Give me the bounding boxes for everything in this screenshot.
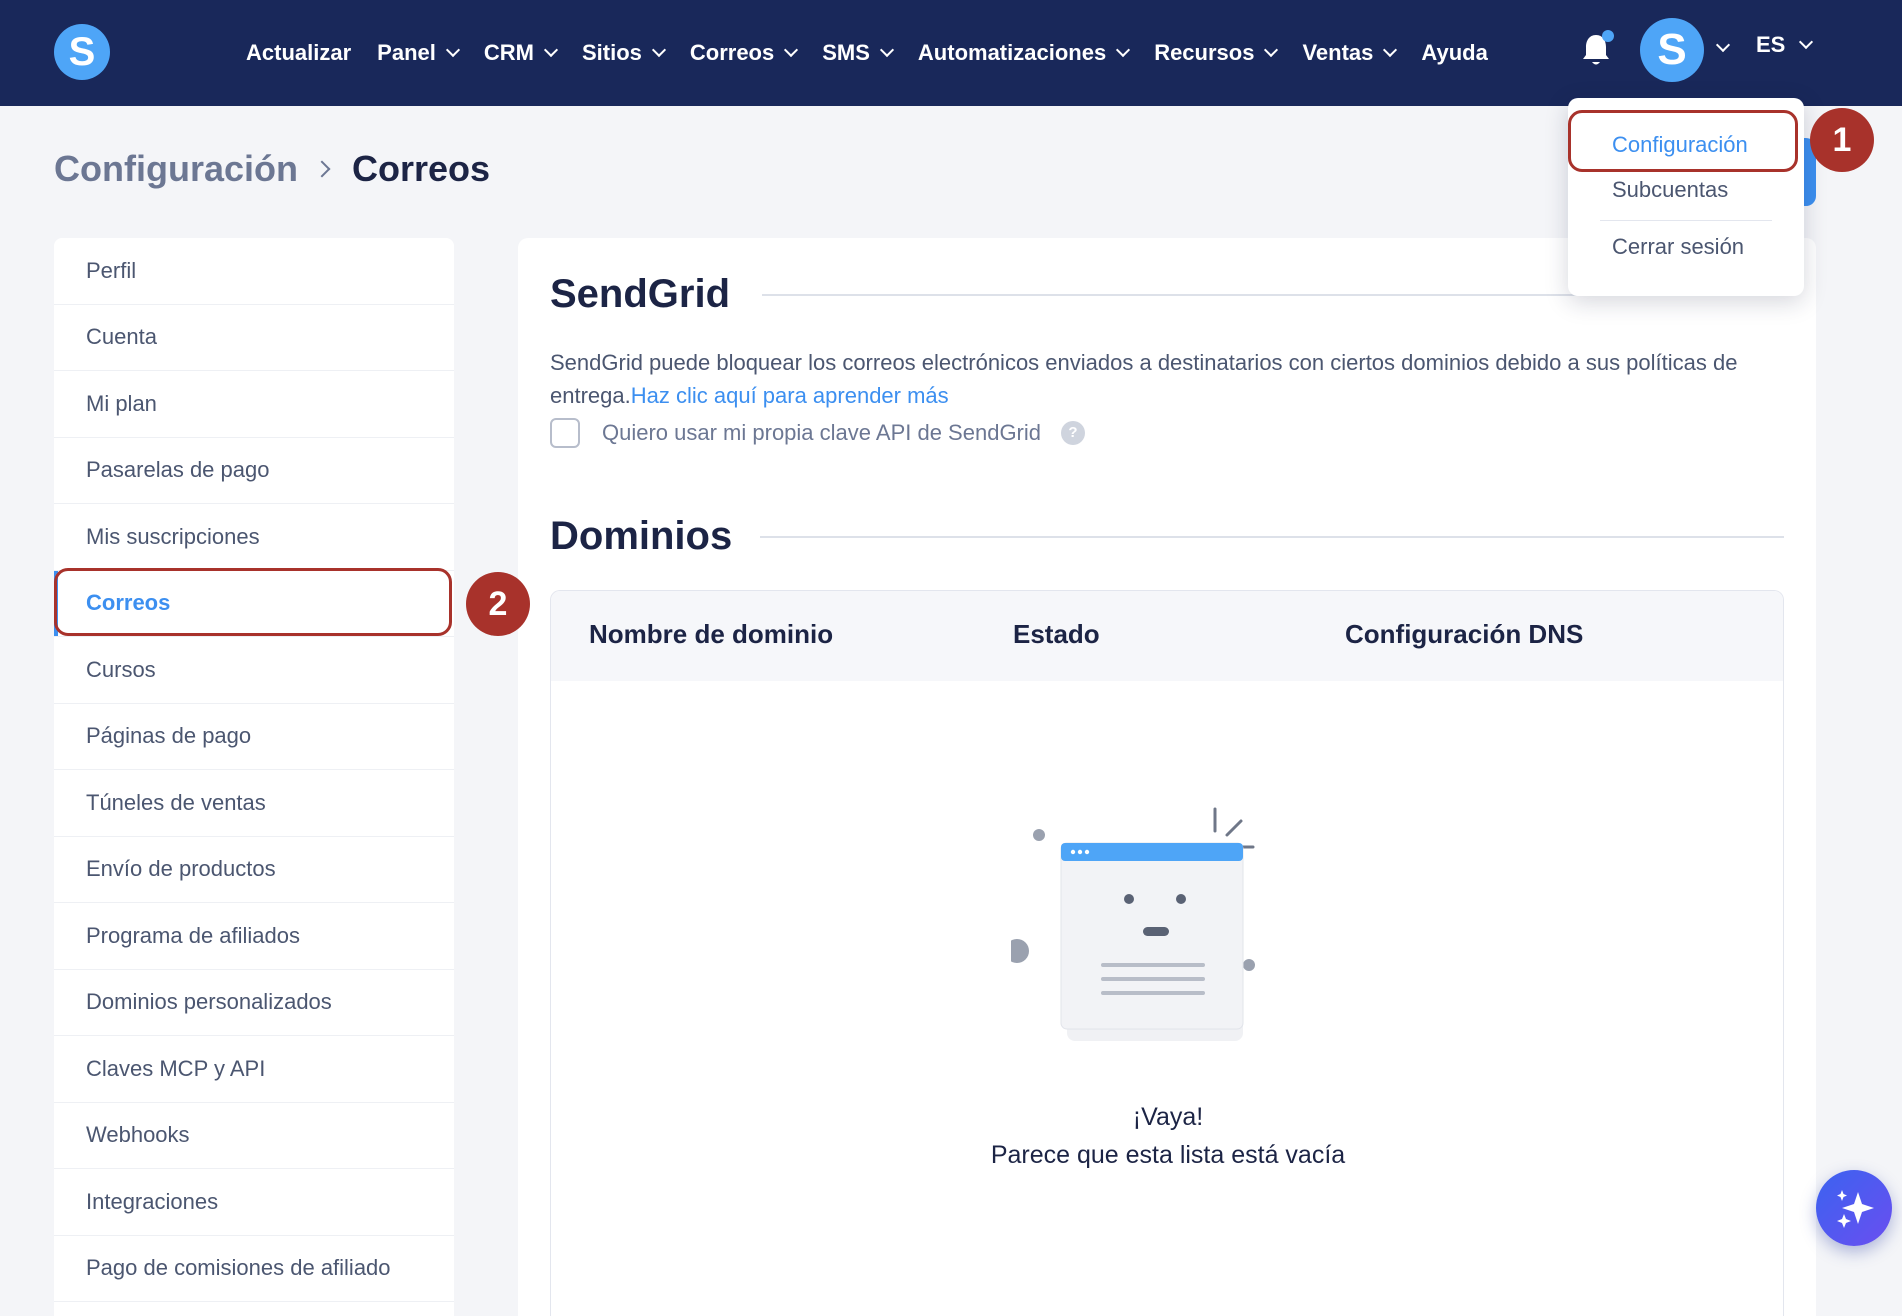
nav-item-label: Automatizaciones <box>917 40 1107 65</box>
notifications-bell-icon[interactable] <box>1580 30 1614 68</box>
chevron-down-icon <box>1383 42 1398 58</box>
language-selector[interactable]: ES <box>1756 32 1814 58</box>
nav-item-recursos[interactable]: Recursos <box>1154 40 1279 66</box>
column-header-domain: Nombre de dominio <box>589 619 834 649</box>
annotation-highlight-configuracion <box>1568 110 1798 172</box>
empty-state-title: ¡Vaya! <box>1132 1103 1204 1131</box>
annotation-highlight-correos <box>54 568 452 636</box>
empty-list-illustration <box>1011 807 1255 1041</box>
sidebar-item-paginas-de-pago[interactable]: Páginas de pago <box>54 704 454 770</box>
nav-item-sms[interactable]: SMS <box>822 40 894 66</box>
domains-table: Nombre de dominio Estado Configuración D… <box>550 590 1784 1316</box>
nav-item-panel[interactable]: Panel <box>377 40 460 66</box>
menu-item-subcuentas[interactable]: Subcuentas <box>1612 177 1728 203</box>
sendgrid-title: SendGrid <box>550 272 731 316</box>
sidebar-item-mi-plan[interactable]: Mi plan <box>54 371 454 438</box>
user-avatar[interactable]: S <box>1640 18 1704 82</box>
sidebar-item-integraciones[interactable]: Integraciones <box>54 1169 454 1236</box>
nav-item-sitios[interactable]: Sitios <box>581 40 666 66</box>
nav-item-label: Recursos <box>1154 40 1255 65</box>
domains-title: Dominios <box>550 514 733 558</box>
chevron-down-icon[interactable] <box>1715 37 1731 53</box>
nav-item-crm[interactable]: CRM <box>483 40 559 66</box>
chevron-down-icon <box>445 42 460 58</box>
section-divider <box>760 536 1784 538</box>
help-icon[interactable]: ? <box>1061 421 1086 445</box>
column-header-status: Estado <box>1013 619 1100 649</box>
sidebar-item-cuenta[interactable]: Cuenta <box>54 305 454 371</box>
main-panel: SendGrid SendGrid puede bloquear los cor… <box>518 238 1816 1316</box>
settings-sidebar: Perfil Cuenta Mi plan Pasarelas de pago … <box>54 238 454 1316</box>
chevron-right-icon <box>313 160 331 178</box>
own-api-key-checkbox[interactable] <box>550 418 580 448</box>
chevron-down-icon <box>1264 42 1279 58</box>
sparkle-icon <box>1837 1190 1874 1228</box>
nav-item-label: Ayuda <box>1421 40 1488 65</box>
sidebar-item-mis-suscripciones[interactable]: Mis suscripciones <box>54 504 454 571</box>
ai-assistant-button[interactable] <box>1816 1170 1892 1246</box>
menu-divider <box>1600 220 1772 221</box>
chevron-down-icon <box>879 42 894 58</box>
nav-item-automatizaciones[interactable]: Automatizaciones <box>917 40 1131 66</box>
learn-more-link[interactable]: Haz clic aquí para aprender más <box>631 383 949 408</box>
chevron-down-icon <box>784 42 799 58</box>
empty-state-subtitle: Parece que esta lista está vacía <box>990 1141 1346 1169</box>
sidebar-item-claves-mcp-api[interactable]: Claves MCP y API <box>54 1036 454 1103</box>
sidebar-item-programa-de-afiliados[interactable]: Programa de afiliados <box>54 903 454 970</box>
table-header: Nombre de dominio Estado Configuración D… <box>551 591 1783 681</box>
nav-item-ventas[interactable]: Ventas <box>1302 40 1398 66</box>
sidebar-item-webhooks[interactable]: Webhooks <box>54 1103 454 1169</box>
nav-item-ayuda[interactable]: Ayuda <box>1421 40 1487 66</box>
nav-item-label: Ventas <box>1302 40 1374 65</box>
breadcrumb: Configuración Correos <box>54 148 490 190</box>
nav-item-label: Correos <box>689 40 775 65</box>
nav-item-actualizar[interactable]: Actualizar <box>246 40 351 66</box>
sidebar-item-tuneles-de-ventas[interactable]: Túneles de ventas <box>54 770 454 837</box>
nav-item-label: Panel <box>377 40 436 65</box>
sidebar-item-dominios-personalizados[interactable]: Dominios personalizados <box>54 970 454 1036</box>
annotation-step-1: 1 <box>1810 108 1874 172</box>
sidebar-item-envio-de-productos[interactable]: Envío de productos <box>54 837 454 903</box>
language-label: ES <box>1756 32 1786 57</box>
annotation-step-2: 2 <box>466 572 530 636</box>
top-navigation-bar: S Actualizar Panel CRM Sitios Correos SM… <box>0 0 1902 106</box>
sidebar-item-perfil[interactable]: Perfil <box>54 238 454 305</box>
nav-item-label: Sitios <box>581 40 642 65</box>
chevron-down-icon <box>543 42 559 58</box>
nav-item-label: SMS <box>822 40 870 65</box>
nav-item-label: Actualizar <box>246 40 352 65</box>
sidebar-item-pago-de-comisiones[interactable]: Pago de comisiones de afiliado <box>54 1236 454 1302</box>
main-nav: Actualizar Panel CRM Sitios Correos SMS … <box>246 0 1514 106</box>
sidebar-item-cursos[interactable]: Cursos <box>54 637 454 704</box>
breadcrumb-parent[interactable]: Configuración <box>54 148 298 190</box>
notification-dot <box>1602 30 1614 42</box>
breadcrumb-current: Correos <box>351 148 491 189</box>
chevron-down-icon <box>651 42 666 58</box>
checkbox-label: Quiero usar mi propia clave API de SendG… <box>602 420 1042 445</box>
nav-item-correos[interactable]: Correos <box>689 40 799 66</box>
sidebar-item-pasarelas-de-pago[interactable]: Pasarelas de pago <box>54 438 454 504</box>
chevron-down-icon <box>1116 42 1131 58</box>
nav-item-label: CRM <box>483 40 534 65</box>
sendgrid-description: SendGrid puede bloquear los correos elec… <box>550 346 1790 412</box>
sendgrid-api-key-option: Quiero usar mi propia clave API de SendG… <box>550 418 1086 448</box>
app-logo[interactable]: S <box>54 24 110 80</box>
chevron-down-icon <box>1799 34 1814 50</box>
menu-item-cerrar-sesion[interactable]: Cerrar sesión <box>1612 234 1744 260</box>
column-header-dns: Configuración DNS <box>1345 619 1584 649</box>
